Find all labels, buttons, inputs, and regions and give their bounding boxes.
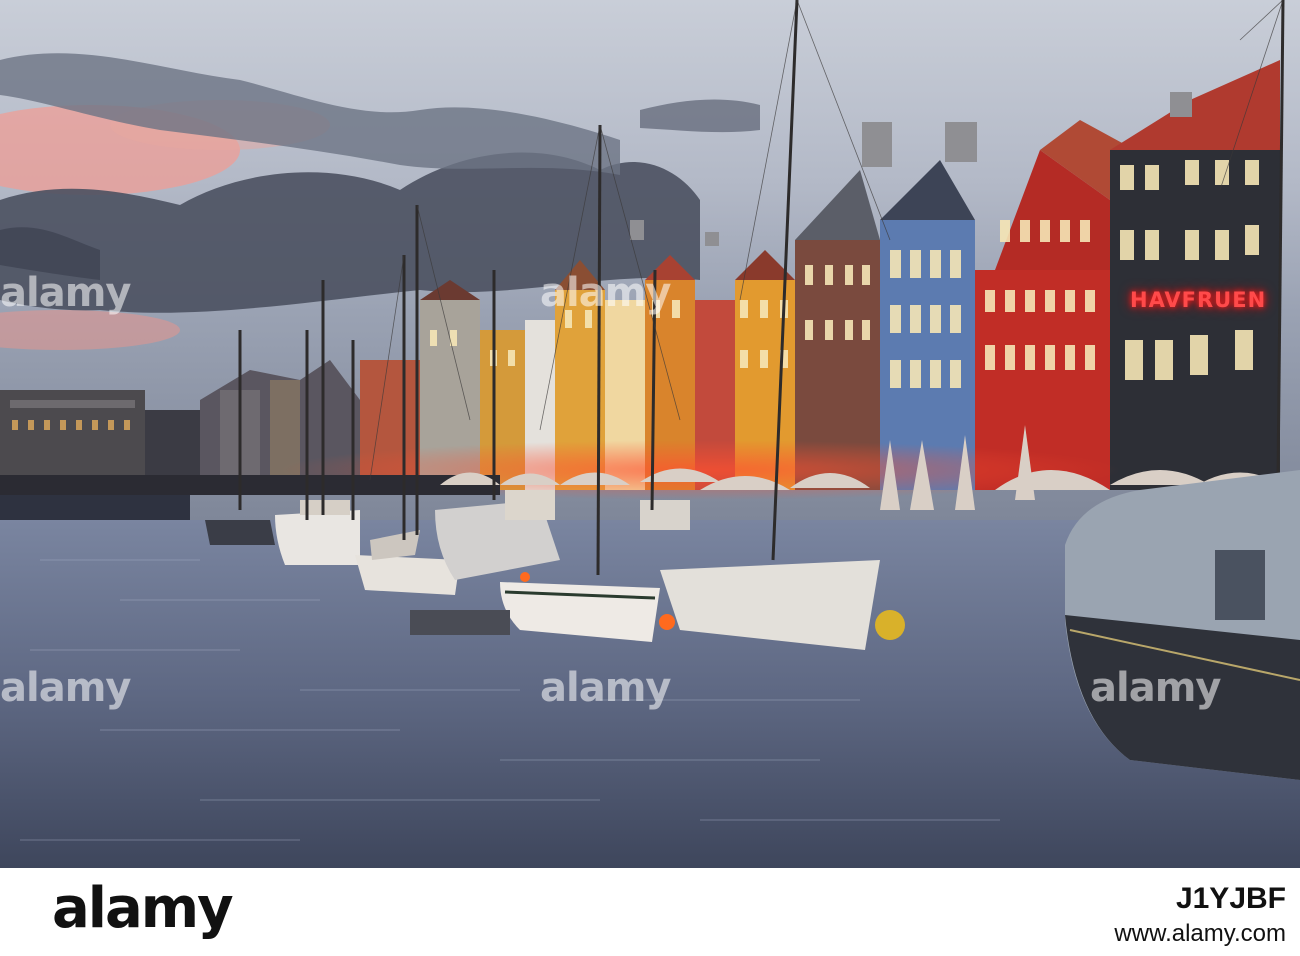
- site-url[interactable]: www.alamy.com: [1114, 920, 1286, 948]
- image-id: J1YJBF: [1175, 882, 1286, 915]
- watermark: alamy: [1090, 665, 1221, 711]
- watermark: alamy: [0, 270, 131, 316]
- photo-illustration: [0, 0, 1300, 868]
- stock-photo-page: HAVFRUEN alamy alamy alamy alamy alamy a…: [0, 0, 1300, 956]
- alamy-logo: alamy: [52, 876, 234, 941]
- havfruen-sign: HAVFRUEN: [1130, 288, 1267, 312]
- watermark: alamy: [540, 270, 671, 316]
- watermark: alamy: [540, 665, 671, 711]
- watermark: alamy: [0, 665, 131, 711]
- nyhavn-harbor-photo: HAVFRUEN alamy alamy alamy alamy alamy: [0, 0, 1300, 868]
